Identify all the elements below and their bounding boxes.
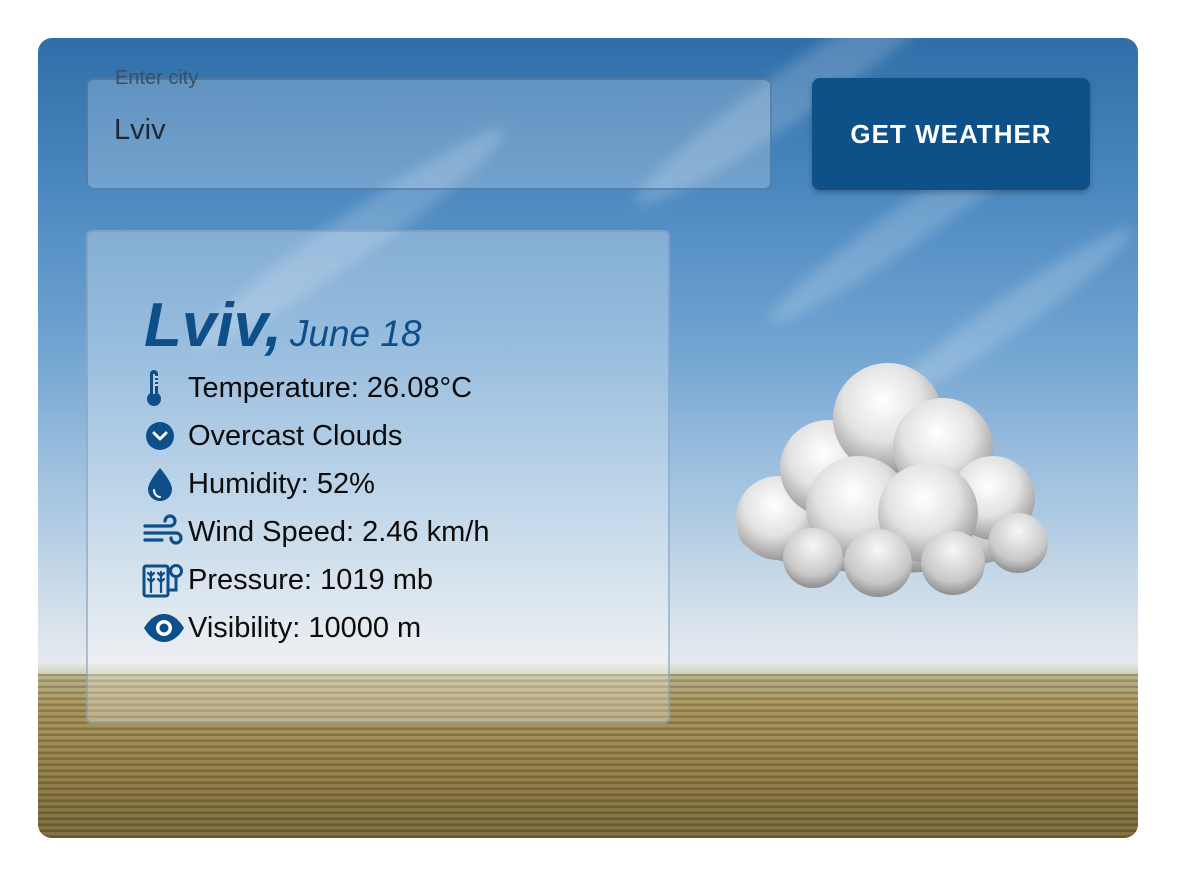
cloud-icon bbox=[718, 348, 1058, 598]
wind-text: Wind Speed: 2.46 km/h bbox=[188, 515, 490, 548]
city-field[interactable]: Enter city bbox=[86, 67, 772, 190]
visibility-text: Visibility: 10000 m bbox=[188, 611, 422, 644]
eye-icon bbox=[142, 608, 188, 648]
wind-icon bbox=[142, 512, 188, 552]
chevron-circle-down-icon bbox=[142, 416, 188, 456]
get-weather-button[interactable]: GET WEATHER bbox=[812, 78, 1090, 190]
pressure-text: Pressure: 1019 mb bbox=[188, 563, 434, 596]
condition-row: Overcast Clouds bbox=[142, 416, 402, 456]
date-text: June 18 bbox=[289, 313, 422, 354]
humidity-row: Humidity: 52% bbox=[142, 464, 375, 504]
weather-info-panel: Lviv, June 18 Temperature: 26.08°C Overc… bbox=[86, 230, 670, 724]
location-heading: Lviv, June 18 bbox=[144, 290, 422, 361]
pressure-row: Pressure: 1019 mb bbox=[142, 560, 433, 600]
temperature-text: Temperature: 26.08°C bbox=[188, 371, 473, 404]
thermometer-icon bbox=[142, 368, 188, 408]
city-field-label: Enter city bbox=[115, 67, 199, 89]
visibility-row: Visibility: 10000 m bbox=[142, 608, 421, 648]
temperature-row: Temperature: 26.08°C bbox=[142, 368, 472, 408]
city-name: Lviv, bbox=[144, 291, 282, 360]
humidity-text: Humidity: 52% bbox=[188, 467, 375, 500]
weather-card: Enter city GET WEATHER Lviv,June 18 Temp… bbox=[38, 38, 1138, 838]
condition-text: Overcast Clouds bbox=[188, 419, 403, 452]
wind-row: Wind Speed: 2.46 km/h bbox=[142, 512, 489, 552]
city-input[interactable] bbox=[114, 110, 734, 150]
droplet-icon bbox=[142, 464, 188, 504]
pressure-icon bbox=[142, 560, 188, 600]
